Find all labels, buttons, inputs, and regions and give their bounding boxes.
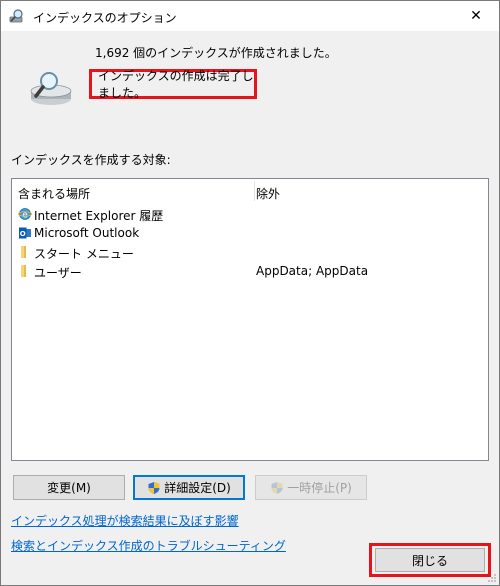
column-header-exclude[interactable]: 除外 — [256, 185, 280, 202]
indexing-options-window: インデックスのオプション ✕ 1,692 個のインデックスが作成されました。 イ… — [0, 0, 500, 586]
window-close-button[interactable]: ✕ — [453, 1, 499, 31]
close-icon: ✕ — [470, 8, 482, 24]
uac-shield-icon — [148, 481, 160, 494]
indexing-effect-link[interactable]: インデックス処理が検索結果に及ぼす影響 — [11, 512, 239, 529]
index-locations-list[interactable]: 含まれる場所 除外 e Internet Explorer 履歴 O Micro… — [11, 178, 489, 461]
location-name: スタート メニュー — [34, 247, 134, 261]
outlook-icon: O — [19, 227, 31, 239]
indexing-options-icon — [9, 9, 23, 23]
list-item[interactable]: e Internet Explorer 履歴 — [12, 205, 488, 224]
modify-button[interactable]: 変更(M) — [13, 475, 125, 500]
internet-explorer-icon: e — [18, 208, 32, 221]
folder-icon — [21, 265, 26, 277]
resize-grip-icon[interactable] — [487, 573, 497, 583]
status-text: インデックスの作成は完了しました。 — [98, 69, 254, 100]
column-header-location[interactable]: 含まれる場所 — [18, 185, 90, 202]
location-name: Internet Explorer 履歴 — [34, 209, 164, 223]
column-divider[interactable] — [254, 181, 255, 201]
list-item[interactable]: スタート メニュー — [12, 243, 488, 262]
advanced-button[interactable]: 詳細設定(D) — [133, 475, 245, 500]
list-item[interactable]: ユーザー AppData; AppData — [12, 262, 488, 281]
close-button[interactable]: 閉じる — [375, 548, 485, 572]
window-title: インデックスのオプション — [33, 11, 177, 25]
advanced-button-label: 詳細設定(D) — [164, 481, 231, 495]
exclude-value: AppData; AppData — [256, 264, 369, 278]
pause-button-label: 一時停止(P) — [287, 481, 352, 495]
uac-shield-icon — [271, 481, 283, 494]
title-bar: インデックスのオプション ✕ — [1, 1, 499, 31]
svg-text:O: O — [20, 230, 26, 238]
troubleshoot-link[interactable]: 検索とインデックス作成のトラブルシューティング — [11, 537, 286, 554]
location-name: ユーザー — [34, 266, 82, 280]
location-name: Microsoft Outlook — [34, 226, 140, 240]
folder-icon — [21, 246, 26, 258]
index-status-message: インデックスの作成は完了しました。 — [89, 69, 257, 100]
list-item[interactable]: O Microsoft Outlook — [12, 224, 488, 243]
index-locations-label: インデックスを作成する対象: — [11, 153, 171, 167]
indexed-count-text: 1,692 個のインデックスが作成されました。 — [95, 46, 337, 60]
close-button-label: 閉じる — [411, 553, 448, 568]
magnifier-drive-icon — [30, 72, 72, 105]
pause-button[interactable]: 一時停止(P) — [255, 475, 367, 500]
modify-button-label: 変更(M) — [47, 481, 91, 495]
